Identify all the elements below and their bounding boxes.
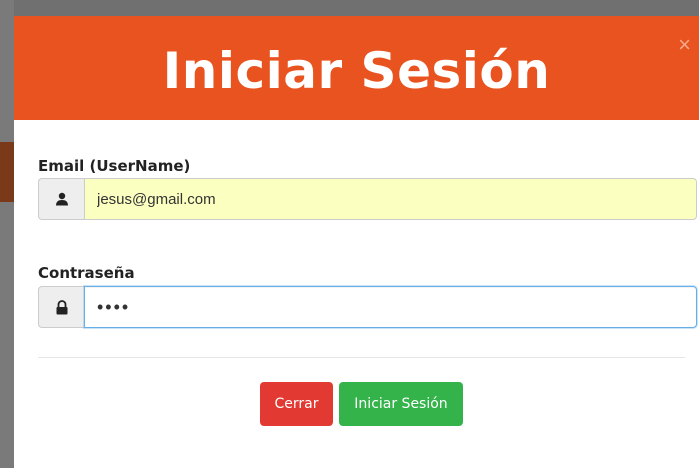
user-icon (38, 178, 84, 220)
email-label: Email (UserName) (38, 157, 191, 175)
cancel-button[interactable]: Cerrar (260, 382, 333, 426)
modal-title: Iniciar Sesión (162, 42, 551, 100)
lock-icon (38, 286, 84, 328)
login-button[interactable]: Iniciar Sesión (339, 382, 463, 426)
email-input[interactable] (84, 178, 697, 220)
password-input-group (38, 286, 697, 328)
backdrop-accent (0, 142, 14, 202)
email-input-group (38, 178, 697, 220)
login-modal: Iniciar Sesión × Email (UserName) Contra… (14, 16, 699, 468)
close-icon[interactable]: × (678, 34, 691, 56)
backdrop (0, 0, 14, 468)
password-label: Contraseña (38, 264, 135, 282)
footer-divider (38, 357, 685, 358)
modal-header: Iniciar Sesión × (14, 16, 699, 120)
password-input[interactable] (84, 286, 697, 328)
